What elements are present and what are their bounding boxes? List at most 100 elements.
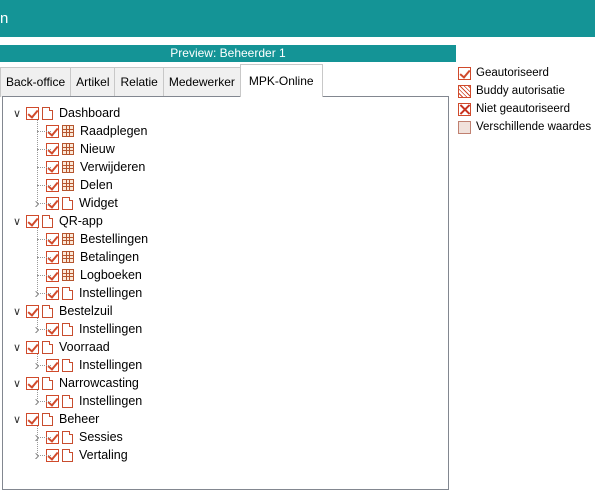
tree-connector [37,228,38,293]
tree-connector [37,149,51,150]
tree-connector [37,354,38,365]
permission-checkbox[interactable] [26,304,39,318]
tree-node-label: Vertaling [79,448,128,462]
tree-connector [37,257,51,258]
legend-item-buddy: Buddy autorisatie [458,82,595,100]
tree-connector [37,120,38,203]
tree-node-label: Widget [79,196,118,210]
authorized-icon [458,66,471,80]
tree-node-label: Nieuw [80,142,115,156]
chevron-down-icon[interactable]: ∨ [11,338,23,356]
tree-node-label: Delen [80,178,113,192]
grid-icon [62,161,74,173]
tree-connector [37,203,51,204]
tree-node-label: Instellingen [79,358,143,372]
tree-connector [37,318,38,329]
chevron-down-icon[interactable]: ∨ [11,302,23,320]
permission-checkbox[interactable] [26,340,39,354]
tree-connector [37,426,38,455]
tree-connector [37,365,51,366]
tree-node-label: Raadplegen [80,124,148,138]
tab-mpk-online[interactable]: MPK-Online [239,64,323,97]
document-icon [62,430,73,444]
chevron-down-icon[interactable]: ∨ [11,104,23,122]
chevron-down-icon[interactable]: ∨ [11,212,23,230]
tab-back-office[interactable]: Back-office [0,67,72,97]
tree-node[interactable]: ∨ Beheer [11,410,99,428]
not-authorized-icon [458,102,471,116]
permission-checkbox[interactable] [26,106,39,120]
tree-connector [37,167,51,168]
tree-node-label: Sessies [79,430,123,444]
tree-connector [37,437,51,438]
grid-icon [62,179,74,191]
tree-node-label: Beheer [59,412,100,426]
tab-medewerker[interactable]: Medewerker [162,67,241,97]
mixed-values-icon [458,120,471,134]
permissions-tree[interactable]: ∨ Dashboard Raadplegen Nieuw Verwijderen Dele… [2,96,449,490]
tree-connector [37,131,51,132]
grid-icon [62,269,74,281]
legend: Geautoriseerd Buddy autorisatie Niet gea… [458,64,595,136]
document-icon [42,304,53,318]
tree-node[interactable]: ∨ QR-app [11,212,103,230]
document-icon [42,106,53,120]
tree-node-label: Instellingen [79,286,143,300]
tree-connector [37,293,51,294]
document-icon [42,412,53,426]
grid-icon [62,233,74,245]
tab-artikel[interactable]: Artikel [70,67,116,97]
legend-label: Geautoriseerd [476,67,549,79]
legend-item-not-authorized: Niet geautoriseerd [458,100,595,118]
document-icon [42,376,53,390]
tree-node[interactable]: ∨ Bestelzuil [11,302,113,320]
preview-title: Preview: Beheerder 1 [170,46,286,60]
document-icon [62,286,73,300]
document-icon [62,394,73,408]
tree-node-label: Dashboard [59,106,121,120]
chevron-down-icon[interactable]: ∨ [11,410,23,428]
legend-label: Buddy autorisatie [476,85,565,97]
buddy-icon [458,84,471,98]
tree-node-label: Bestelzuil [59,304,113,318]
tree-connector [37,239,51,240]
legend-label: Verschillende waardes [476,121,592,133]
chevron-down-icon[interactable]: ∨ [11,374,23,392]
tree-node-label: Betalingen [80,250,140,264]
tree-node-label: Logboeken [80,268,142,282]
tree-node[interactable]: ∨ Narrowcasting [11,374,139,392]
tree-node-label: QR-app [59,214,103,228]
permission-checkbox[interactable] [26,376,39,390]
tree-connector [37,401,51,402]
tree-node-label: Bestellingen [80,232,149,246]
legend-item-mixed: Verschillende waardes [458,118,595,136]
tree-connector [37,455,51,456]
permission-checkbox[interactable] [26,214,39,228]
tree-node-label: Verwijderen [80,160,146,174]
preview-header: Preview: Beheerder 1 [0,45,456,62]
grid-icon [62,143,74,155]
document-icon [62,448,73,462]
tree-node-label: Voorraad [59,340,110,354]
tree-node-label: Instellingen [79,322,143,336]
grid-icon [62,125,74,137]
document-icon [42,340,53,354]
tree-node[interactable]: ∨ Dashboard [11,104,120,122]
tree-connector [37,329,51,330]
tab-relatie[interactable]: Relatie [114,67,164,97]
tree-connector [37,185,51,186]
document-icon [62,322,73,336]
permission-checkbox[interactable] [26,412,39,426]
tree-connector [37,390,38,401]
window-title: n [0,10,9,27]
document-icon [42,214,53,228]
document-icon [62,196,73,210]
grid-icon [62,251,74,263]
legend-item-authorized: Geautoriseerd [458,64,595,82]
tree-node[interactable]: ∨ Voorraad [11,338,110,356]
tree-connector [37,275,51,276]
tree-node-label: Instellingen [79,394,143,408]
tree-node-label: Narrowcasting [59,376,139,390]
legend-label: Niet geautoriseerd [476,103,570,115]
window-titlebar: n [0,0,595,37]
